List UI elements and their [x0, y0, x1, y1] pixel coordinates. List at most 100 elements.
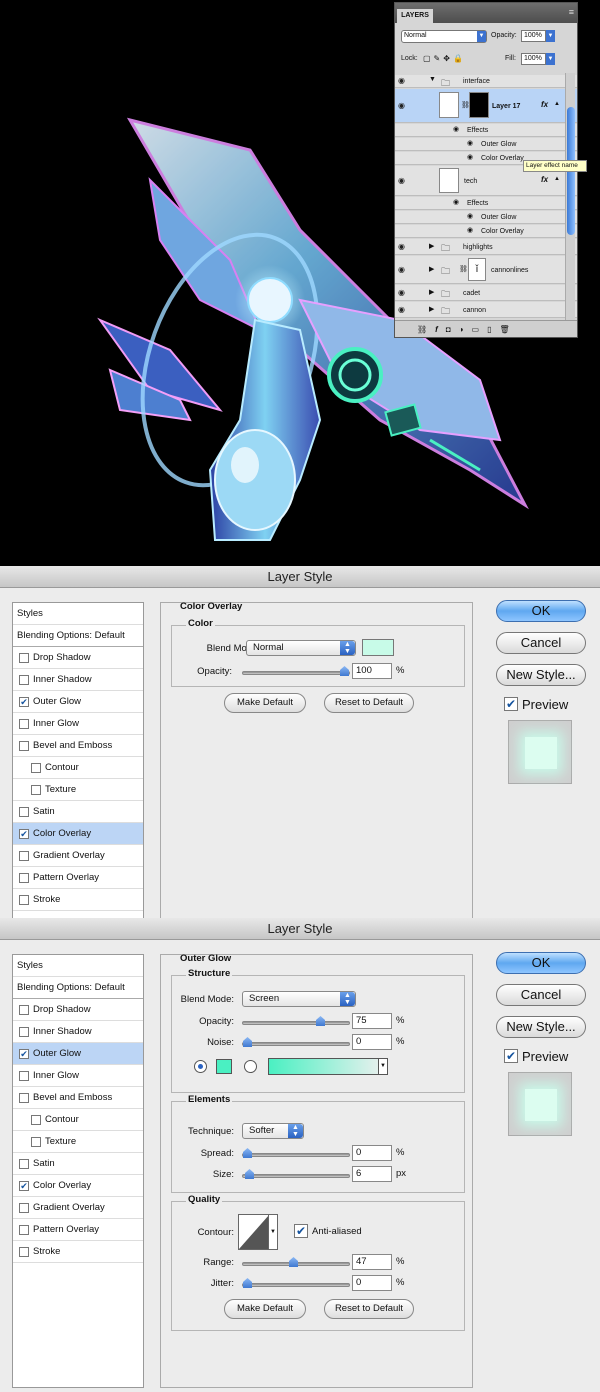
checkbox[interactable]: [19, 741, 29, 751]
layer-group-cadet[interactable]: ◉ ▶ 🗀 cadet: [395, 285, 577, 301]
layer-group-highlights[interactable]: ◉ ▶ 🗀 highlights: [395, 239, 577, 255]
glow-color-swatch[interactable]: [216, 1059, 232, 1074]
range-input[interactable]: 47: [352, 1254, 392, 1270]
new-style-button[interactable]: New Style...: [496, 1016, 586, 1038]
style-item-gradient-overlay[interactable]: Gradient Overlay: [13, 845, 143, 867]
make-default-button[interactable]: Make Default: [224, 693, 306, 713]
layer-group-cannonlines[interactable]: ◉ ▶ 🗀 ⛓ ǐ cannonlines: [395, 256, 577, 284]
style-item-stroke[interactable]: Stroke: [13, 889, 143, 911]
style-item-satin[interactable]: Satin: [13, 801, 143, 823]
styles-header[interactable]: Styles: [13, 603, 143, 625]
effect-outer-glow[interactable]: ◉ Outer Glow: [395, 211, 577, 224]
color-radio-selected[interactable]: [194, 1060, 207, 1073]
eye-icon[interactable]: ◉: [453, 198, 459, 206]
technique-select[interactable]: Softer ▲ ▼: [242, 1123, 304, 1139]
checkbox[interactable]: [19, 719, 29, 729]
slider-knob[interactable]: [316, 1016, 325, 1026]
eye-icon[interactable]: ◉: [467, 139, 473, 147]
style-item-drop-shadow[interactable]: Drop Shadow: [13, 647, 143, 669]
noise-input[interactable]: 0: [352, 1034, 392, 1050]
slider-knob[interactable]: [243, 1148, 252, 1158]
layer-group-cannon[interactable]: ◉ ▶ 🗀 cannon: [395, 302, 577, 318]
eye-icon[interactable]: ◉: [398, 76, 412, 86]
style-item-satin[interactable]: Satin: [13, 1153, 143, 1175]
lock-icons[interactable]: ▢✎✥🔒: [423, 54, 466, 63]
collapse-effects-icon[interactable]: ▲: [554, 176, 560, 182]
checkbox-checked[interactable]: ✔: [19, 697, 29, 707]
style-item-texture[interactable]: Texture: [13, 779, 143, 801]
panel-menu-icon[interactable]: ≡: [569, 7, 574, 17]
cancel-button[interactable]: Cancel: [496, 984, 586, 1006]
eye-icon[interactable]: ◉: [467, 226, 473, 234]
checkbox[interactable]: [19, 653, 29, 663]
eye-icon[interactable]: ◉: [467, 212, 473, 220]
collapsed-arrow-icon[interactable]: ▶: [429, 265, 434, 273]
reset-to-default-button[interactable]: Reset to Default: [324, 693, 414, 713]
blending-options[interactable]: Blending Options: Default: [13, 625, 143, 647]
anti-aliased-checkbox[interactable]: ✔: [294, 1224, 308, 1238]
checkbox[interactable]: [31, 1137, 41, 1147]
checkbox[interactable]: [19, 1247, 29, 1257]
eye-icon[interactable]: ◉: [398, 176, 412, 186]
style-item-pattern-overlay[interactable]: Pattern Overlay: [13, 867, 143, 889]
checkbox[interactable]: [19, 1203, 29, 1213]
style-item-outer-glow[interactable]: ✔ Outer Glow: [13, 691, 143, 713]
style-item-inner-glow[interactable]: Inner Glow: [13, 713, 143, 735]
blend-mode-select[interactable]: Normal ▼: [401, 30, 487, 43]
spread-slider[interactable]: [242, 1148, 350, 1158]
style-item-color-overlay[interactable]: ✔ Color Overlay: [13, 823, 143, 845]
size-slider[interactable]: [242, 1169, 350, 1179]
eye-icon[interactable]: ◉: [398, 305, 412, 315]
fx-icon[interactable]: fx: [541, 100, 548, 109]
checkbox[interactable]: [19, 1071, 29, 1081]
checkbox[interactable]: [19, 1027, 29, 1037]
styles-header[interactable]: Styles: [13, 955, 143, 977]
layer-row-layer-17[interactable]: ◉ ⛓ Layer 17 fx ▲: [395, 89, 577, 123]
checkbox[interactable]: [19, 1093, 29, 1103]
trash-icon[interactable]: 🗑: [499, 325, 517, 334]
link-layers-icon[interactable]: ⛓: [417, 325, 435, 334]
expanded-arrow-icon[interactable]: ▼: [429, 76, 436, 83]
new-group-icon[interactable]: ▭: [472, 325, 488, 334]
size-input[interactable]: 6: [352, 1166, 392, 1182]
layers-scrollbar[interactable]: [565, 73, 575, 331]
effects-row[interactable]: ◉ Effects: [395, 197, 577, 210]
effect-outer-glow[interactable]: ◉ Outer Glow: [395, 138, 577, 151]
reset-to-default-button[interactable]: Reset to Default: [324, 1299, 414, 1319]
effects-row[interactable]: ◉ Effects: [395, 124, 577, 137]
opacity-slider[interactable]: [242, 666, 350, 676]
effect-color-overlay[interactable]: ◉ Color Overlay: [395, 225, 577, 238]
opacity-input[interactable]: 100%: [521, 30, 546, 42]
blend-mode-select[interactable]: Screen ▲ ▼: [242, 991, 356, 1007]
collapsed-arrow-icon[interactable]: ▶: [429, 242, 434, 250]
collapse-effects-icon[interactable]: ▲: [554, 101, 560, 107]
opacity-input[interactable]: 100: [352, 663, 392, 679]
style-item-contour[interactable]: Contour: [13, 757, 143, 779]
style-item-inner-shadow[interactable]: Inner Shadow: [13, 1021, 143, 1043]
style-item-bevel-emboss[interactable]: Bevel and Emboss: [13, 735, 143, 757]
checkbox-checked[interactable]: ✔: [19, 1181, 29, 1191]
style-item-outer-glow[interactable]: ✔ Outer Glow: [13, 1043, 143, 1065]
gradient-radio[interactable]: [244, 1060, 257, 1073]
checkbox[interactable]: [19, 1225, 29, 1235]
eye-icon[interactable]: ◉: [467, 153, 473, 161]
slider-knob[interactable]: [340, 666, 349, 676]
style-item-inner-glow[interactable]: Inner Glow: [13, 1065, 143, 1087]
layers-tab[interactable]: LAYERS: [397, 9, 433, 23]
checkbox[interactable]: [19, 873, 29, 883]
adjustment-layer-icon[interactable]: ◑: [459, 325, 472, 334]
style-item-stroke[interactable]: Stroke: [13, 1241, 143, 1263]
overlay-color-swatch[interactable]: [362, 639, 394, 656]
checkbox[interactable]: [19, 1005, 29, 1015]
range-slider[interactable]: [242, 1257, 350, 1267]
checkbox[interactable]: [31, 1115, 41, 1125]
slider-knob[interactable]: [245, 1169, 254, 1179]
checkbox[interactable]: [19, 675, 29, 685]
contour-picker[interactable]: ▼: [238, 1214, 278, 1250]
opacity-input[interactable]: 75: [352, 1013, 392, 1029]
cancel-button[interactable]: Cancel: [496, 632, 586, 654]
checkbox[interactable]: [19, 895, 29, 905]
checkbox[interactable]: [31, 763, 41, 773]
slider-knob[interactable]: [243, 1037, 252, 1047]
fx-icon[interactable]: fx: [541, 175, 548, 184]
